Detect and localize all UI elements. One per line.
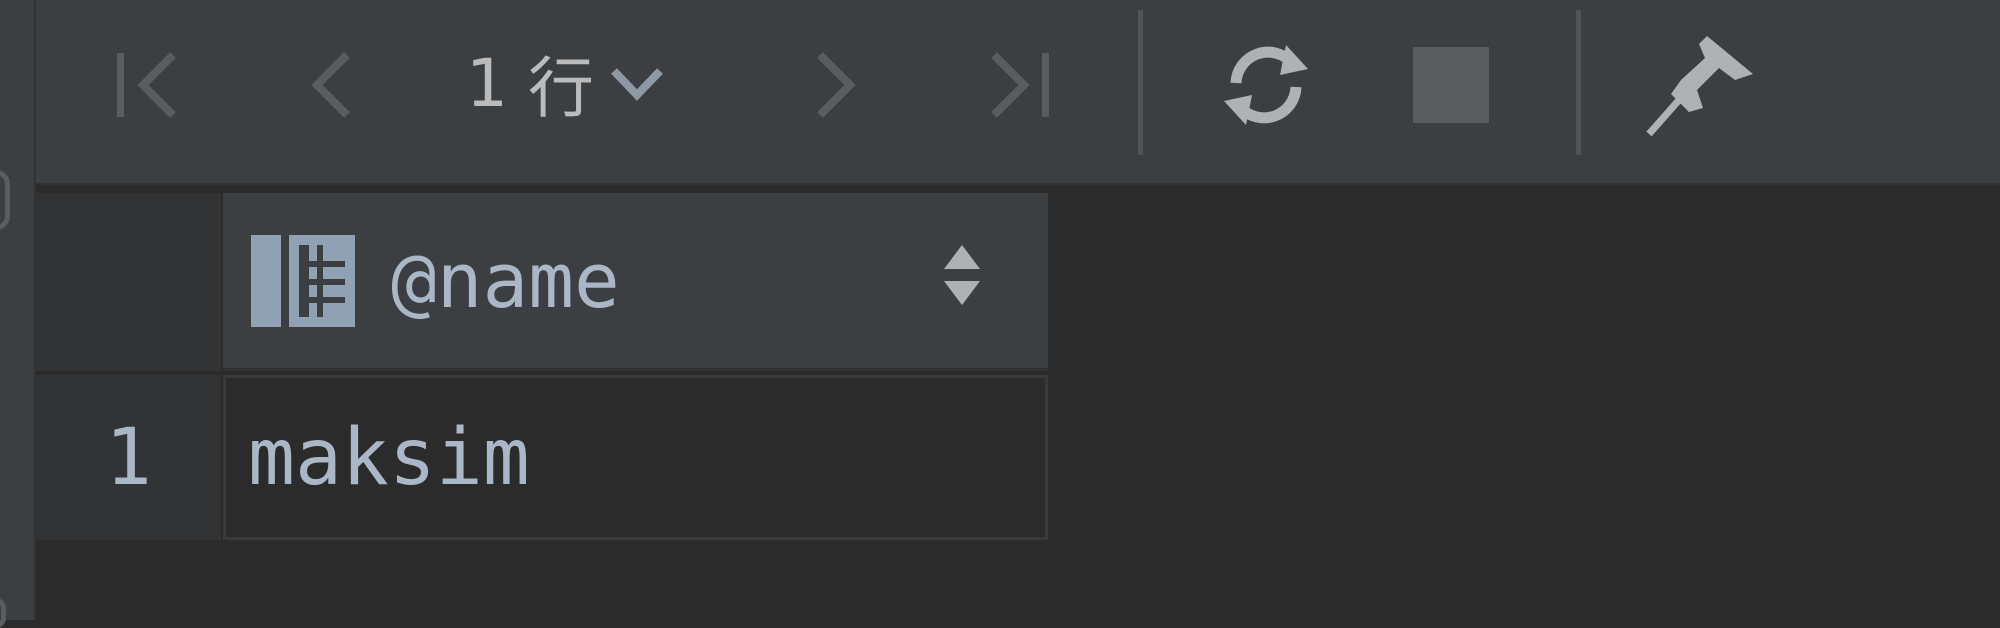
- column-table-icon: [251, 234, 355, 327]
- pin-icon[interactable]: [1636, 25, 1766, 140]
- column-title: @name: [391, 236, 620, 325]
- grid-corner: [36, 193, 221, 371]
- row-number[interactable]: 1: [36, 375, 221, 540]
- row-count-unit: 行: [528, 50, 594, 127]
- last-page-icon[interactable]: [971, 40, 1071, 130]
- previous-page-icon[interactable]: [286, 40, 376, 130]
- result-grid: @name 1 maksim: [36, 185, 2000, 620]
- gutter-fragment: [0, 598, 6, 628]
- row-count-dropdown[interactable]: 1 行: [466, 38, 666, 128]
- toolbar-separator: [1576, 10, 1581, 155]
- table-cell[interactable]: maksim: [223, 375, 1048, 540]
- sort-updown-icon[interactable]: [942, 243, 982, 311]
- refresh-icon[interactable]: [1206, 30, 1326, 140]
- next-page-icon[interactable]: [791, 40, 881, 130]
- row-count-number: 1: [466, 44, 508, 122]
- gutter-fragment: [0, 170, 10, 230]
- chevron-down-icon: [608, 63, 666, 103]
- first-page-icon[interactable]: [96, 40, 196, 130]
- toolbar-separator: [1138, 10, 1143, 155]
- column-header-name[interactable]: @name: [223, 193, 1048, 371]
- stop-icon[interactable]: [1406, 40, 1496, 130]
- result-toolbar: 1 行: [36, 0, 2000, 185]
- left-gutter: [0, 0, 36, 628]
- grid-empty-area: [36, 543, 2000, 620]
